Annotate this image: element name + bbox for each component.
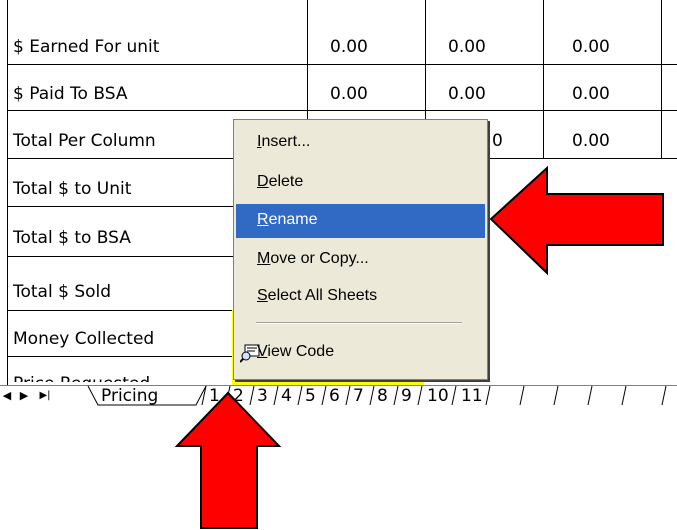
menu-item-select-all-sheets[interactable]: Select All Sheets <box>236 280 485 314</box>
row-label-total-sold[interactable]: Total $ Sold <box>13 282 111 302</box>
row-label-earned[interactable]: $ Earned For unit <box>13 37 159 57</box>
sheet-tab-bar: ◀ ▶ ▶| Pricing 1 2 3 4 5 6 7 8 9 10 11 <box>0 385 677 407</box>
cell-value[interactable]: 0.00 <box>572 84 610 104</box>
menu-item-rename[interactable]: Rename <box>236 204 485 238</box>
grid-line <box>7 158 8 385</box>
menu-item-insert[interactable]: Insert... <box>236 126 485 160</box>
tab-6[interactable]: 6 <box>329 386 340 406</box>
tab-4[interactable]: 4 <box>281 386 292 406</box>
grid-line <box>661 0 662 158</box>
tab-5[interactable]: 5 <box>305 386 316 406</box>
menu-item-delete[interactable]: Delete <box>236 166 485 200</box>
tab-2[interactable]: 2 <box>233 386 244 406</box>
cell-value[interactable]: 0.00 <box>330 37 368 57</box>
tab-3[interactable]: 3 <box>257 386 268 406</box>
row-label-total-bsa[interactable]: Total $ to BSA <box>13 228 131 248</box>
tab-1[interactable]: 1 <box>209 386 220 406</box>
row-label-money-collected[interactable]: Money Collected <box>13 329 154 349</box>
tab-pricing[interactable]: Pricing <box>101 386 158 406</box>
grid-line <box>7 256 233 257</box>
cell-value[interactable]: 0.00 <box>572 131 610 151</box>
red-arrow-up-icon <box>174 391 282 529</box>
row-label-price-requested[interactable]: Price Requested <box>13 374 150 382</box>
cell-value[interactable]: 0.00 <box>448 37 486 57</box>
cell-value[interactable]: 0.00 <box>572 37 610 57</box>
tab-11[interactable]: 11 <box>461 386 483 406</box>
tab-7[interactable]: 7 <box>353 386 364 406</box>
row-label-total-unit[interactable]: Total $ to Unit <box>13 179 131 199</box>
grid-line <box>7 206 233 207</box>
cell-value[interactable]: 0.00 <box>330 84 368 104</box>
grid-line <box>7 356 233 357</box>
tab-9[interactable]: 9 <box>401 386 412 406</box>
grid-line <box>7 310 233 311</box>
cell-value[interactable]: 0.00 <box>448 84 486 104</box>
cell-value[interactable]: 0 <box>492 131 503 151</box>
tab-10[interactable]: 10 <box>427 386 449 406</box>
tab-8[interactable]: 8 <box>377 386 388 406</box>
row-label-total-per-column[interactable]: Total Per Column <box>13 131 156 151</box>
grid-line <box>7 64 677 65</box>
menu-separator <box>256 322 462 324</box>
grid-line <box>543 0 544 158</box>
menu-item-view-code[interactable]: View Code <box>236 336 485 370</box>
grid-line <box>7 0 8 168</box>
row-label-paid[interactable]: $ Paid To BSA <box>13 84 127 104</box>
sheet-tab-context-menu: Insert... Delete Rename Move or Copy... … <box>233 119 488 380</box>
grid-line <box>7 110 677 111</box>
menu-item-move-or-copy[interactable]: Move or Copy... <box>236 243 485 277</box>
